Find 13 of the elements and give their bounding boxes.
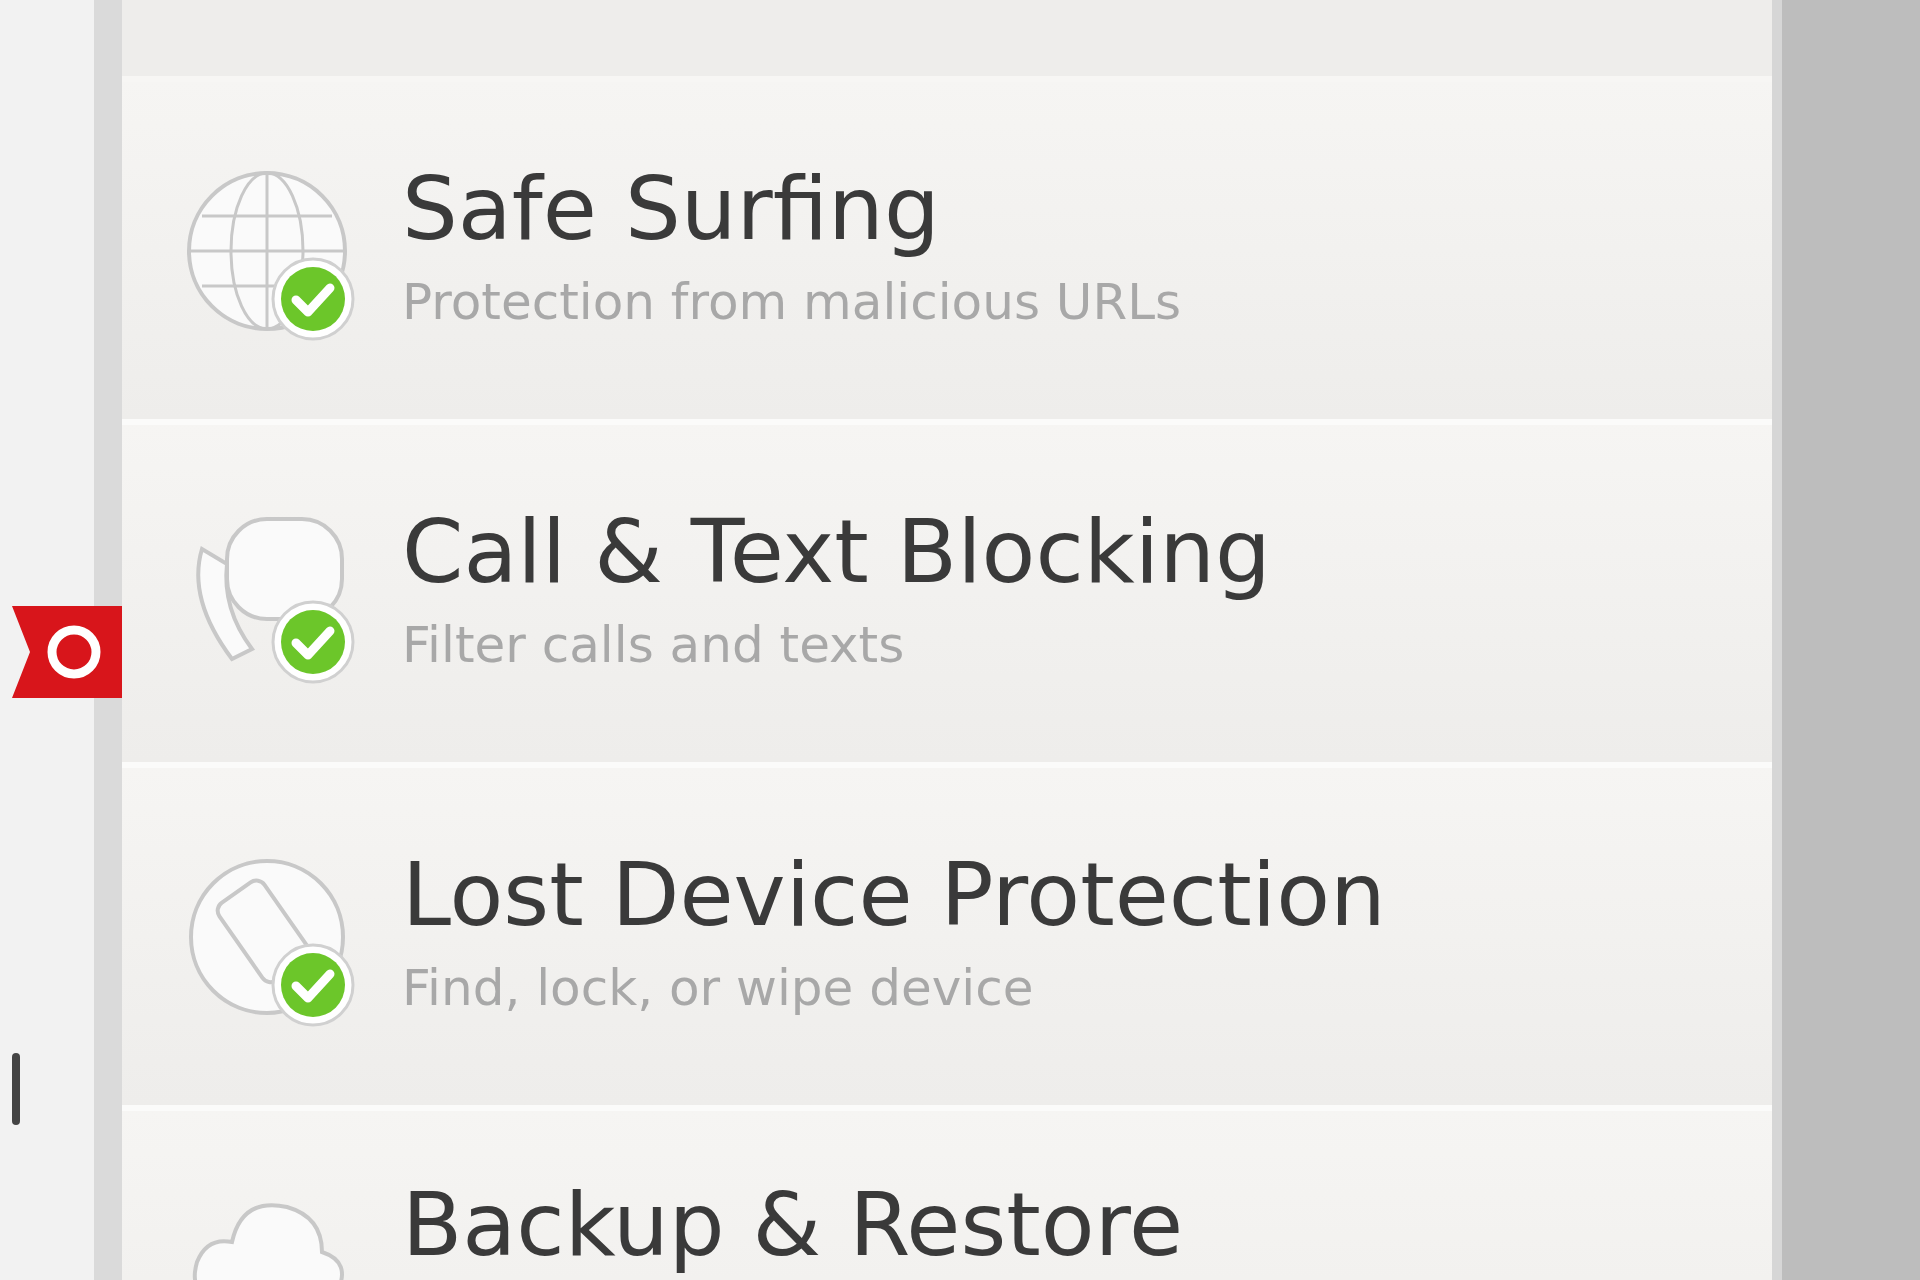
- feature-title: Safe Surfing: [402, 160, 941, 258]
- feature-row[interactable]: Lost Device Protection Find, lock, or wipe device: [122, 768, 1772, 1111]
- feature-row[interactable]: Backup & Restore: [122, 1111, 1772, 1280]
- feature-subtitle: Filter calls and texts: [402, 615, 906, 677]
- feature-title: Backup & Restore: [402, 1177, 1184, 1274]
- feature-title: Call & Text Blocking: [402, 503, 1271, 601]
- feature-subtitle: Protection from malicious URLs: [402, 272, 1182, 334]
- feature-subtitle: Find, lock, or wipe device: [402, 958, 1035, 1020]
- flag-icon[interactable]: [12, 606, 122, 698]
- scroll-mark: [12, 1053, 20, 1125]
- feature-title: Lost Device Protection: [402, 846, 1386, 944]
- feature-row[interactable]: Safe Surfing Protection from malicious URLs: [122, 82, 1772, 425]
- feature-row[interactable]: Call & Text Blocking Filter calls and texts: [122, 425, 1772, 768]
